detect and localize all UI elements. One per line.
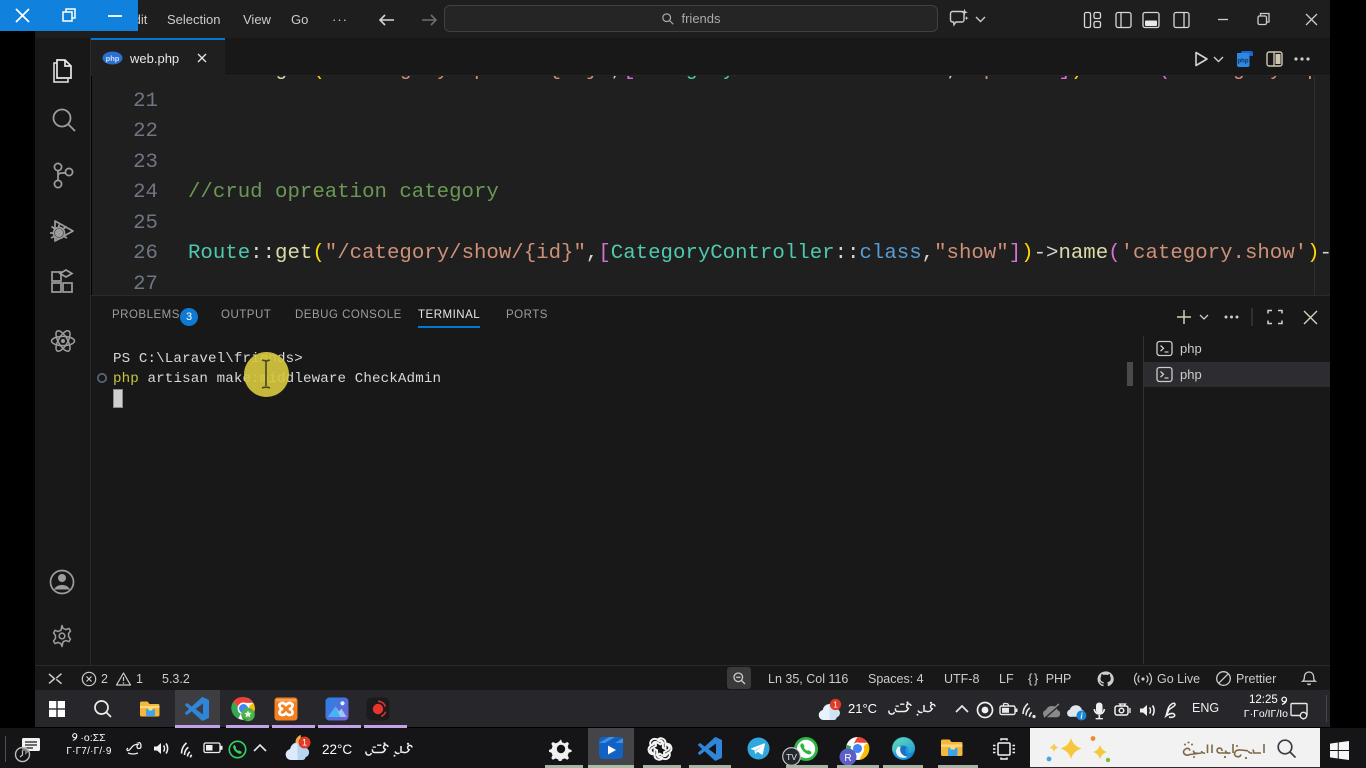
svg-text:1: 1: [833, 700, 838, 710]
svg-text:R: R: [844, 753, 851, 764]
svg-text:php: php: [1238, 59, 1249, 65]
svg-text:1: 1: [302, 738, 307, 748]
svg-text:php: php: [106, 54, 120, 63]
svg-text:TV: TV: [786, 752, 797, 762]
